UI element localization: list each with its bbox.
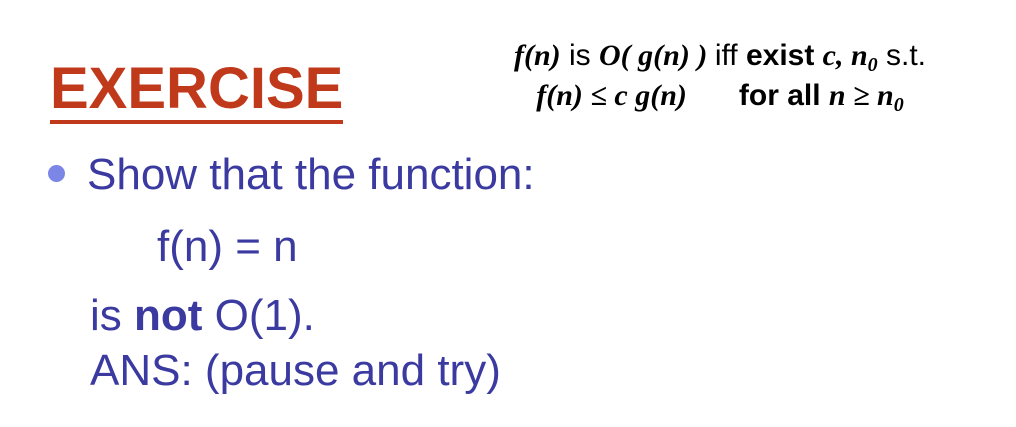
def-sub-0: 0: [867, 54, 878, 76]
big-o-definition: f(n) is O( g(n) ) iff exist c, n0 s.t. f…: [440, 36, 1000, 116]
def-sub-0-2: 0: [893, 94, 904, 116]
def-o-open: O(: [598, 39, 639, 72]
not-o1-statement: is not O(1).: [90, 291, 315, 341]
def-iff: iff: [714, 39, 746, 72]
definition-line-2: f(n) ≤ c g(n) for all n ≥ n0: [440, 76, 1000, 116]
def-for-all: for all: [738, 79, 829, 112]
bullet-dot-icon: [48, 164, 65, 182]
def-close: ): [689, 39, 715, 72]
answer-prompt: ANS: (pause and try): [90, 346, 501, 395]
def-st: s.t.: [877, 39, 927, 72]
slide-title: EXERCISE: [50, 60, 344, 124]
def-inequality: f(n) ≤ c g(n): [536, 79, 687, 112]
not-bold: not: [134, 291, 203, 340]
def-condition: n ≥ n: [828, 79, 894, 112]
def-fn: f(n): [513, 39, 561, 72]
function-formula: f(n) = n: [157, 222, 298, 271]
def-gn: g(n): [638, 39, 690, 72]
def-c-n: c, n: [822, 39, 868, 72]
def-exist: exist: [745, 39, 823, 72]
not-prefix: is: [90, 291, 134, 340]
bullet-text: Show that the function:: [87, 150, 535, 199]
bullet-item: Show that the function:: [48, 150, 535, 200]
def-is: is: [560, 39, 599, 72]
definition-line-1: f(n) is O( g(n) ) iff exist c, n0 s.t.: [440, 36, 1000, 76]
not-suffix: O(1).: [202, 291, 315, 340]
